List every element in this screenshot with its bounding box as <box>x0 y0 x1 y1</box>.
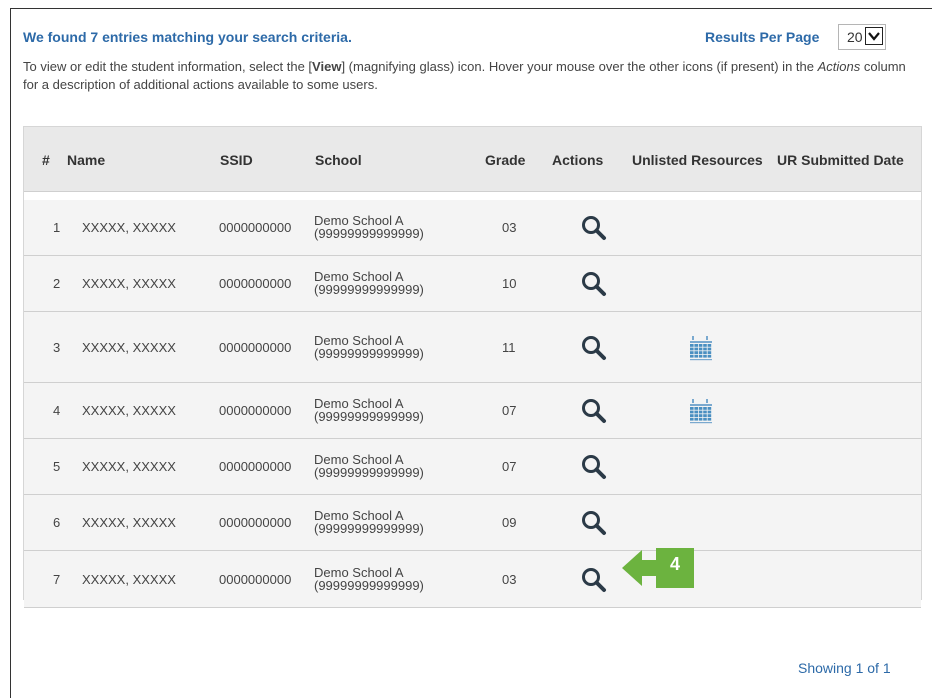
student-school: Demo School A (99999999999999) <box>314 334 424 360</box>
pagination-status: Showing 1 of 1 <box>798 660 891 676</box>
column-header-school: School <box>315 152 362 168</box>
student-school: Demo School A (99999999999999) <box>314 214 424 240</box>
student-ssid: 0000000000 <box>219 459 292 474</box>
row-number: 1 <box>53 220 61 235</box>
view-magnifying-glass-icon[interactable] <box>580 453 608 481</box>
student-school: Demo School A (99999999999999) <box>314 270 424 296</box>
student-name: XXXXX, XXXXX <box>82 339 176 355</box>
school-name: Demo School A <box>314 564 404 580</box>
student-grade: 03 <box>502 220 517 235</box>
student-ssid: 0000000000 <box>219 339 292 355</box>
table-header: # Name SSID School Grade Actions Unliste… <box>24 127 921 192</box>
row-number: 6 <box>53 515 61 530</box>
column-header-unlisted-resources: Unlisted Resources <box>632 152 763 168</box>
student-school: Demo School A (99999999999999) <box>314 453 424 479</box>
student-grade: 10 <box>502 276 517 291</box>
school-id: (99999999999999) <box>314 409 424 424</box>
student-ssid: 0000000000 <box>219 220 292 235</box>
school-id: (99999999999999) <box>314 521 424 536</box>
row-number: 7 <box>53 571 61 587</box>
row-number: 2 <box>53 276 61 291</box>
view-magnifying-glass-icon[interactable] <box>580 270 608 298</box>
view-magnifying-glass-icon[interactable] <box>580 509 608 537</box>
row-number: 3 <box>53 339 61 355</box>
student-school: Demo School A (99999999999999) <box>314 397 424 423</box>
column-header-number: # <box>42 152 50 168</box>
view-magnifying-glass-icon[interactable] <box>580 566 608 594</box>
student-name: XXXXX, XXXXX <box>82 459 176 474</box>
unlisted-resources-calendar-icon[interactable] <box>689 335 713 361</box>
step-callout-number: 4 <box>669 554 680 574</box>
results-per-page-label: Results Per Page <box>705 29 820 45</box>
student-name: XXXXX, XXXXX <box>82 276 176 291</box>
school-id: (99999999999999) <box>314 465 424 480</box>
column-header-name: Name <box>67 152 106 168</box>
column-header-grade: Grade <box>485 152 526 168</box>
column-header-actions: Actions <box>552 152 604 168</box>
student-school: Demo School A (99999999999999) <box>314 566 424 592</box>
school-name: Demo School A <box>314 332 404 348</box>
column-header-ur-submitted-date: UR Submitted Date <box>777 152 904 168</box>
student-name: XXXXX, XXXXX <box>82 403 176 418</box>
unlisted-resources-calendar-icon[interactable] <box>689 398 713 424</box>
view-magnifying-glass-icon[interactable] <box>580 397 608 425</box>
row-number: 4 <box>53 403 61 418</box>
student-ssid: 0000000000 <box>219 571 292 587</box>
student-grade: 07 <box>502 459 517 474</box>
student-grade: 07 <box>502 403 517 418</box>
student-ssid: 0000000000 <box>219 403 292 418</box>
school-id: (99999999999999) <box>314 282 424 297</box>
school-id: (99999999999999) <box>314 226 424 241</box>
view-magnifying-glass-icon[interactable] <box>580 214 608 242</box>
student-grade: 11 <box>502 339 516 355</box>
student-name: XXXXX, XXXXX <box>82 515 176 530</box>
results-count-text: We found 7 entries matching your search … <box>23 29 352 45</box>
student-grade: 09 <box>502 515 517 530</box>
row-number: 5 <box>53 459 61 474</box>
results-per-page-value: 20 <box>847 29 863 45</box>
student-name: XXXXX, XXXXX <box>82 571 176 587</box>
student-ssid: 0000000000 <box>219 276 292 291</box>
school-id: (99999999999999) <box>314 577 424 593</box>
student-grade: 03 <box>502 571 517 587</box>
student-school: Demo School A (99999999999999) <box>314 509 424 535</box>
school-id: (99999999999999) <box>314 345 424 361</box>
chevron-down-icon[interactable] <box>865 27 883 45</box>
results-per-page-select[interactable]: 20 <box>838 24 886 50</box>
student-ssid: 0000000000 <box>219 515 292 530</box>
column-header-ssid: SSID <box>220 152 253 168</box>
view-magnifying-glass-icon[interactable] <box>580 334 608 362</box>
instructions-text: To view or edit the student information,… <box>23 59 906 92</box>
student-name: XXXXX, XXXXX <box>82 220 176 235</box>
